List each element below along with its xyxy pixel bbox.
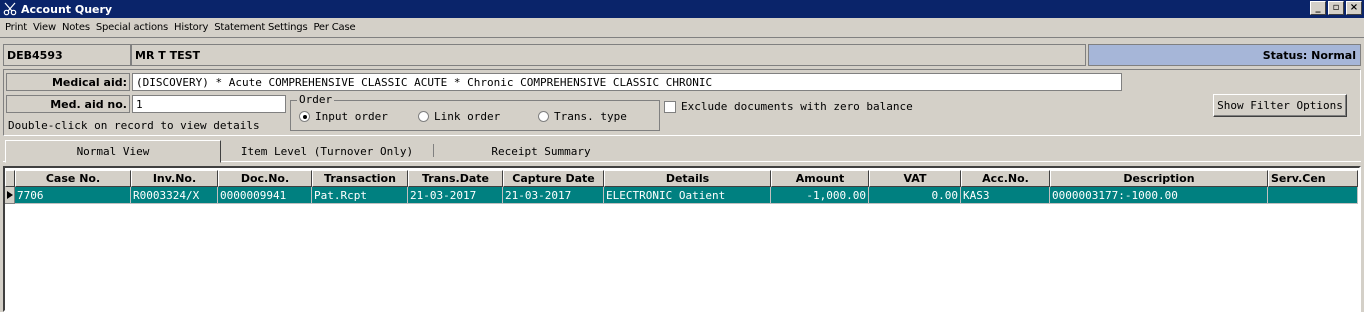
col-inv-no[interactable]: Inv.No. [131, 170, 218, 187]
maximize-button[interactable]: ▫ [1328, 1, 1344, 15]
account-number: DEB4593 [3, 44, 131, 66]
cell-description: 0000003177:-1000.00 [1050, 187, 1268, 204]
col-trans-date[interactable]: Trans.Date [408, 170, 503, 187]
close-button[interactable]: × [1346, 1, 1362, 15]
menu-print[interactable]: Print [3, 22, 31, 33]
tab-receipt-summary[interactable]: Receipt Summary [439, 140, 643, 162]
cell-capture-date: 21-03-2017 [503, 187, 604, 204]
restore-icon: ▫ [1332, 2, 1340, 13]
menu-bar: Print View Notes Special actions History… [0, 18, 1364, 38]
radio-input-order[interactable]: Input order [299, 110, 388, 123]
menu-per-case[interactable]: Per Case [311, 22, 359, 33]
col-capture-date[interactable]: Capture Date [503, 170, 604, 187]
minimize-icon: _ [1315, 2, 1321, 13]
col-description[interactable]: Description [1050, 170, 1268, 187]
radio-unselected-icon [418, 111, 429, 122]
transactions-grid[interactable]: Case No. Inv.No. Doc.No. Transaction Tra… [3, 166, 1361, 312]
col-serv-cen[interactable]: Serv.Cen [1268, 170, 1358, 187]
cell-vat: 0.00 [869, 187, 961, 204]
double-click-hint: Double-click on record to view details [8, 119, 260, 132]
cell-doc-no: 0000009941 [218, 187, 312, 204]
window-title: Account Query [21, 2, 113, 16]
show-filter-options-button[interactable]: Show Filter Options [1213, 94, 1347, 117]
radio-link-order-label: Link order [434, 110, 501, 123]
view-tabs: Normal View Item Level (Turnover Only) R… [3, 140, 1361, 163]
cell-details: ELECTRONIC Oatient [604, 187, 771, 204]
radio-link-order[interactable]: Link order [418, 110, 500, 123]
cell-serv-cen [1268, 187, 1358, 204]
cell-trans-date: 21-03-2017 [408, 187, 503, 204]
title-bar: Account Query _ ▫ × [0, 0, 1364, 18]
menu-special-actions[interactable]: Special actions [94, 22, 172, 33]
cell-inv-no: R0003324/X [131, 187, 218, 204]
current-row-arrow-icon [5, 187, 15, 204]
tab-normal-view[interactable]: Normal View [5, 140, 221, 163]
tab-item-level[interactable]: Item Level (Turnover Only) [225, 140, 429, 162]
minimize-button[interactable]: _ [1310, 1, 1326, 15]
radio-input-order-label: Input order [315, 110, 388, 123]
cell-transaction: Pat.Rcpt [312, 187, 408, 204]
exclude-zero-label: Exclude documents with zero balance [681, 100, 913, 113]
menu-view[interactable]: View [31, 22, 60, 33]
col-transaction[interactable]: Transaction [312, 170, 408, 187]
patient-name: MR T TEST [131, 44, 1086, 66]
radio-trans-type[interactable]: Trans. type [538, 110, 627, 123]
menu-notes[interactable]: Notes [60, 22, 94, 33]
tab-divider [433, 144, 434, 157]
medical-aid-label: Medical aid: [6, 73, 130, 91]
exclude-zero-checkbox[interactable]: Exclude documents with zero balance [664, 100, 913, 113]
table-row[interactable]: 7706 R0003324/X 0000009941 Pat.Rcpt 21-0… [5, 187, 1358, 204]
close-icon: × [1349, 2, 1359, 13]
order-title: Order [297, 93, 335, 106]
menu-statement-settings[interactable]: Statement Settings [212, 22, 311, 33]
col-amount[interactable]: Amount [771, 170, 869, 187]
cell-case-no: 7706 [15, 187, 131, 204]
cell-acc-no: KAS3 [961, 187, 1050, 204]
col-case-no[interactable]: Case No. [15, 170, 131, 187]
cell-amount: -1,000.00 [771, 187, 869, 204]
radio-trans-type-label: Trans. type [554, 110, 627, 123]
medical-aid-field[interactable]: (DISCOVERY) * Acute COMPREHENSIVE CLASSI… [132, 73, 1122, 91]
menu-history[interactable]: History [172, 22, 212, 33]
scissors-icon [2, 1, 18, 17]
row-indicator-header [5, 170, 15, 187]
col-details[interactable]: Details [604, 170, 771, 187]
status-badge: Status: Normal [1088, 44, 1361, 66]
radio-unselected-icon [538, 111, 549, 122]
med-aid-no-field[interactable]: 1 [132, 95, 286, 113]
grid-header-row: Case No. Inv.No. Doc.No. Transaction Tra… [5, 170, 1358, 187]
col-acc-no[interactable]: Acc.No. [961, 170, 1050, 187]
col-doc-no[interactable]: Doc.No. [218, 170, 312, 187]
checkbox-icon [664, 100, 676, 113]
col-vat[interactable]: VAT [869, 170, 961, 187]
med-aid-no-label: Med. aid no. [6, 95, 130, 113]
radio-selected-icon [299, 111, 310, 122]
